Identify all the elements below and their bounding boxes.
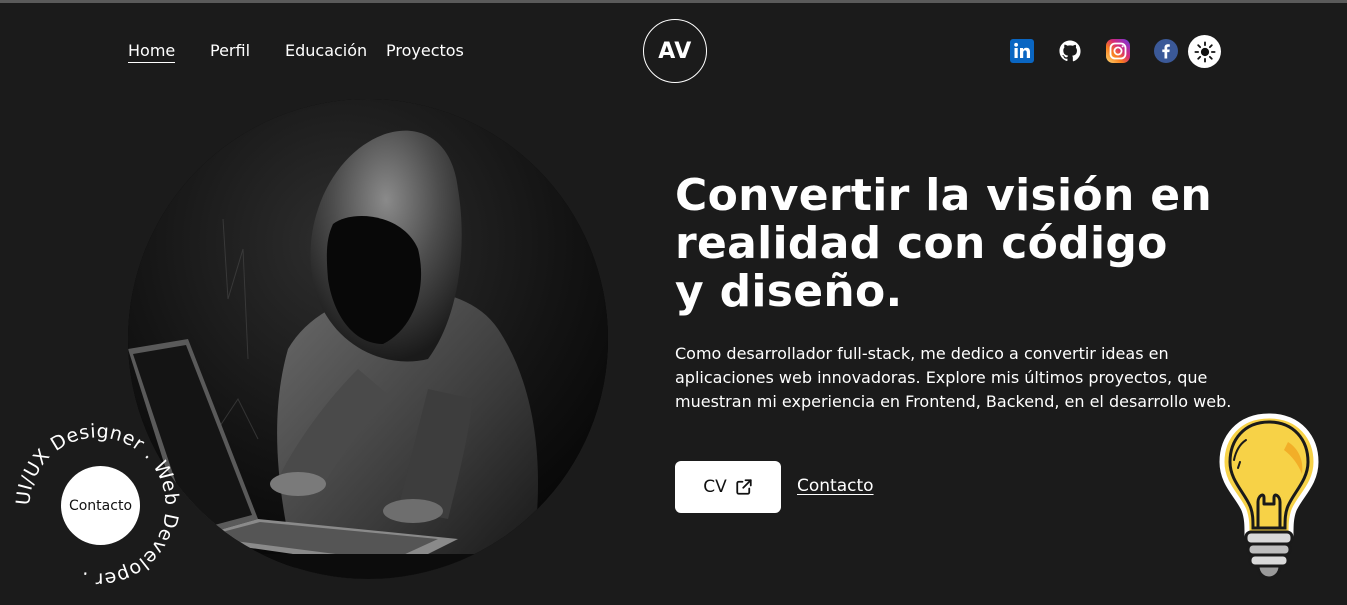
cv-button[interactable]: CV (675, 461, 781, 513)
headline-line-2: realidad con código (675, 218, 1168, 269)
nav-perfil[interactable]: Perfil (210, 41, 250, 61)
nav-proyectos[interactable]: Proyectos (386, 41, 464, 61)
nav-educacion[interactable]: Educación (285, 41, 367, 61)
headline-line-1: Convertir la visión en (675, 170, 1212, 221)
sun-icon (1193, 40, 1216, 63)
lightbulb-icon (1219, 413, 1319, 580)
site-logo[interactable]: AV (643, 19, 707, 83)
linkedin-icon[interactable] (1009, 38, 1034, 63)
hero-description: Como desarrollador full-stack, me dedico… (675, 344, 1232, 411)
contact-link[interactable]: Contacto (797, 476, 874, 496)
headline-line-3: y diseño. (675, 266, 903, 317)
nav-home[interactable]: Home (128, 41, 176, 63)
cv-label: CV (703, 477, 727, 497)
instagram-icon[interactable] (1105, 38, 1130, 63)
hero-profile-image (128, 99, 608, 579)
external-link-icon (736, 479, 752, 495)
facebook-icon[interactable] (1153, 38, 1178, 63)
theme-toggle-button[interactable] (1188, 35, 1221, 68)
hero-headline: Convertir la visión en realidad con códi… (675, 172, 1275, 316)
window-top-border (0, 0, 1347, 3)
badge-contact-button[interactable]: Contacto (61, 466, 140, 545)
github-icon[interactable] (1057, 38, 1082, 63)
